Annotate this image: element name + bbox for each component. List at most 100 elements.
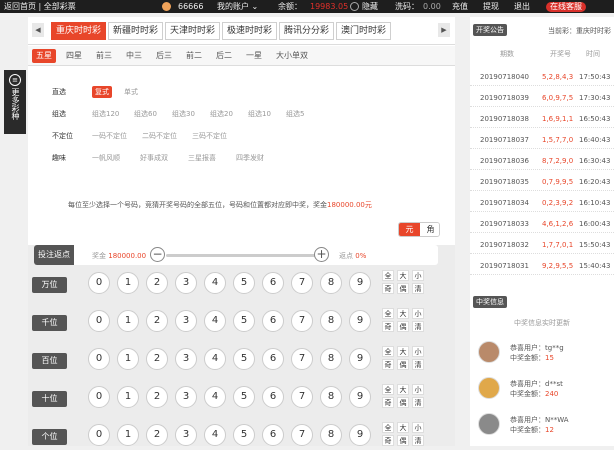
tab-jsssc[interactable]: 极速时时彩: [222, 22, 277, 40]
plus-icon[interactable]: +: [314, 247, 329, 262]
recharge-link[interactable]: 充值: [452, 0, 468, 13]
unit-jiao[interactable]: 角: [420, 223, 439, 236]
number-ball[interactable]: 7: [291, 310, 313, 332]
number-ball[interactable]: 9: [349, 386, 371, 408]
quick-select-button[interactable]: 偶: [397, 435, 409, 446]
number-ball[interactable]: 7: [291, 386, 313, 408]
number-ball[interactable]: 7: [291, 348, 313, 370]
quick-select-button[interactable]: 全: [382, 346, 394, 357]
number-ball[interactable]: 3: [175, 386, 197, 408]
withdraw-link[interactable]: 提现: [483, 0, 499, 13]
quick-select-button[interactable]: 偶: [397, 321, 409, 332]
number-ball[interactable]: 5: [233, 348, 255, 370]
quick-select-button[interactable]: 小: [412, 422, 424, 433]
rule-option[interactable]: 三星报喜: [188, 153, 216, 163]
quick-select-button[interactable]: 奇: [382, 435, 394, 446]
minus-icon[interactable]: −: [150, 247, 165, 262]
hide-balance-link[interactable]: 隐藏: [362, 0, 378, 13]
home-link[interactable]: 返回首页 | 全部彩票: [4, 0, 76, 13]
rule-option[interactable]: 组选120: [92, 109, 119, 119]
number-ball[interactable]: 6: [262, 310, 284, 332]
number-ball[interactable]: 0: [88, 348, 110, 370]
tab-tjssc[interactable]: 天津时时彩: [165, 22, 220, 40]
number-ball[interactable]: 0: [88, 424, 110, 446]
number-ball[interactable]: 0: [88, 386, 110, 408]
subtab-houer[interactable]: 后二: [212, 49, 236, 63]
number-ball[interactable]: 9: [349, 348, 371, 370]
number-ball[interactable]: 5: [233, 310, 255, 332]
quick-select-button[interactable]: 全: [382, 270, 394, 281]
more-lotteries-rail[interactable]: ≡ 更多彩种: [4, 70, 26, 134]
subtab-qiansan[interactable]: 前三: [92, 49, 116, 63]
subtab-qianer[interactable]: 前二: [182, 49, 206, 63]
number-ball[interactable]: 4: [204, 424, 226, 446]
quick-select-button[interactable]: 清: [412, 321, 424, 332]
number-ball[interactable]: 2: [146, 386, 168, 408]
number-ball[interactable]: 1: [117, 310, 139, 332]
rule-option[interactable]: 组选30: [172, 109, 195, 119]
number-ball[interactable]: 3: [175, 424, 197, 446]
number-ball[interactable]: 6: [262, 386, 284, 408]
number-ball[interactable]: 5: [233, 424, 255, 446]
number-ball[interactable]: 6: [262, 272, 284, 294]
quick-select-button[interactable]: 清: [412, 359, 424, 370]
quick-select-button[interactable]: 全: [382, 308, 394, 319]
rule-option[interactable]: 组选10: [248, 109, 271, 119]
subtab-wuxing[interactable]: 五星: [32, 49, 56, 63]
number-ball[interactable]: 8: [320, 310, 342, 332]
unit-toggle[interactable]: 元 角: [398, 222, 440, 237]
subtab-zhongsan[interactable]: 中三: [122, 49, 146, 63]
number-ball[interactable]: 0: [88, 272, 110, 294]
quick-select-button[interactable]: 偶: [397, 397, 409, 408]
quick-select-button[interactable]: 大: [397, 270, 409, 281]
quick-select-button[interactable]: 小: [412, 384, 424, 395]
number-ball[interactable]: 0: [88, 310, 110, 332]
logout-link[interactable]: 退出: [514, 0, 530, 13]
quick-select-button[interactable]: 全: [382, 422, 394, 433]
rule-option[interactable]: 组选5: [286, 109, 304, 119]
subtab-housan[interactable]: 后三: [152, 49, 176, 63]
quick-select-button[interactable]: 偶: [397, 359, 409, 370]
customer-service-button[interactable]: 在线客服: [546, 2, 586, 12]
quick-select-button[interactable]: 小: [412, 270, 424, 281]
quick-select-button[interactable]: 清: [412, 283, 424, 294]
number-ball[interactable]: 3: [175, 272, 197, 294]
number-ball[interactable]: 8: [320, 348, 342, 370]
number-ball[interactable]: 2: [146, 310, 168, 332]
number-ball[interactable]: 4: [204, 348, 226, 370]
unit-yuan[interactable]: 元: [399, 223, 420, 236]
number-ball[interactable]: 7: [291, 424, 313, 446]
quick-select-button[interactable]: 奇: [382, 359, 394, 370]
quick-select-button[interactable]: 奇: [382, 397, 394, 408]
rebate-slider[interactable]: [166, 254, 320, 257]
number-ball[interactable]: 9: [349, 424, 371, 446]
tab-amssc[interactable]: 澳门时时彩: [336, 22, 391, 40]
number-ball[interactable]: 9: [349, 272, 371, 294]
subtab-yixing[interactable]: 一星: [242, 49, 266, 63]
tabs-prev-icon[interactable]: ◀: [32, 23, 44, 37]
rule-option[interactable]: 四季发财: [236, 153, 264, 163]
quick-select-button[interactable]: 大: [397, 346, 409, 357]
number-ball[interactable]: 8: [320, 272, 342, 294]
quick-select-button[interactable]: 大: [397, 308, 409, 319]
number-ball[interactable]: 1: [117, 424, 139, 446]
rule-option[interactable]: 组选60: [134, 109, 157, 119]
quick-select-button[interactable]: 奇: [382, 321, 394, 332]
lottery-selector[interactable]: 当前彩：重庆时时彩: [548, 26, 611, 36]
number-ball[interactable]: 5: [233, 386, 255, 408]
rule-option[interactable]: 一帆风顺: [92, 153, 120, 163]
quick-select-button[interactable]: 大: [397, 384, 409, 395]
quick-select-button[interactable]: 小: [412, 346, 424, 357]
number-ball[interactable]: 4: [204, 272, 226, 294]
number-ball[interactable]: 1: [117, 272, 139, 294]
account-menu[interactable]: 我的账户 ⌄: [217, 0, 258, 13]
number-ball[interactable]: 9: [349, 310, 371, 332]
number-ball[interactable]: 4: [204, 310, 226, 332]
subtab-daxiaodanshuang[interactable]: 大小单双: [272, 49, 312, 63]
subtab-sixing[interactable]: 四星: [62, 49, 86, 63]
quick-select-button[interactable]: 清: [412, 435, 424, 446]
quick-select-button[interactable]: 奇: [382, 283, 394, 294]
number-ball[interactable]: 5: [233, 272, 255, 294]
rule-option[interactable]: 组选20: [210, 109, 233, 119]
tab-cqssc[interactable]: 重庆时时彩: [51, 22, 106, 40]
